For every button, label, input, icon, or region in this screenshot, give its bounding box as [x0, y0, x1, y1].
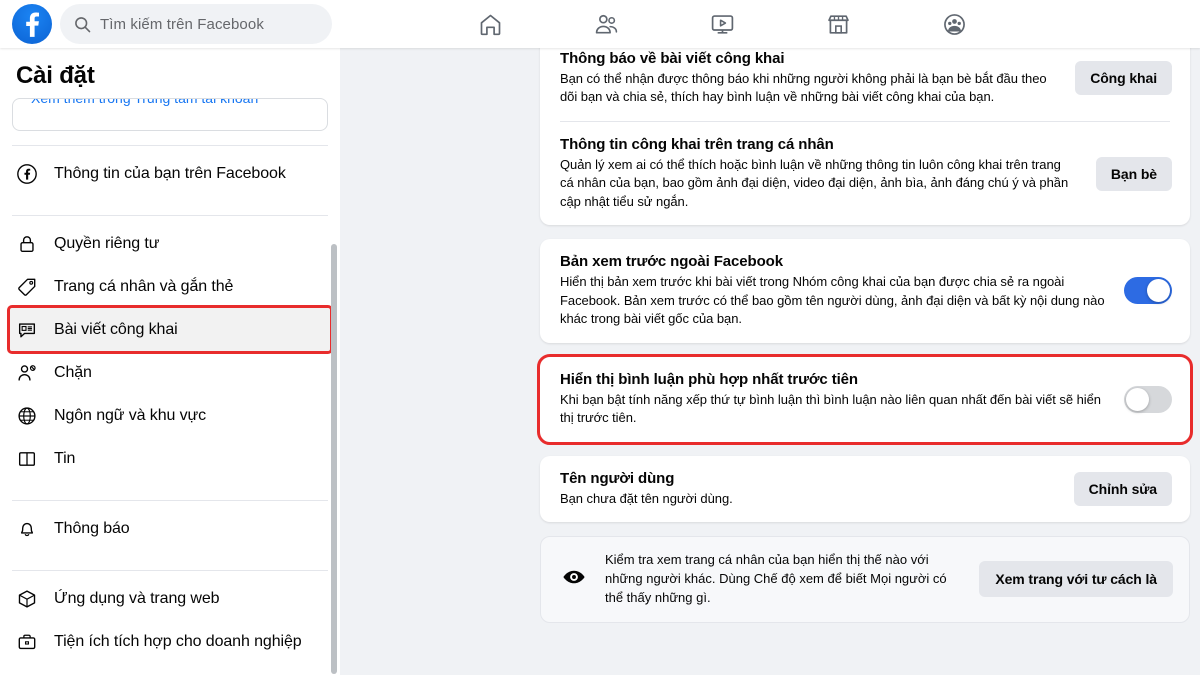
view-as-button[interactable]: Xem trang với tư cách là	[979, 561, 1173, 598]
sidebar-item-label: Thông báo	[54, 519, 130, 537]
sidebar-item-label: Chặn	[54, 363, 92, 381]
sidebar-scrollbar[interactable]	[331, 244, 337, 674]
nav-watch[interactable]	[664, 0, 780, 48]
nav-friends[interactable]	[548, 0, 664, 48]
stories-icon	[16, 448, 46, 470]
sidebar-group-3: Thông báo	[0, 501, 340, 556]
public-posts-settings-card: Thông báo về bài viết công khai Bạn có t…	[540, 48, 1190, 226]
search-icon	[75, 16, 91, 32]
row-title: Thông tin công khai trên trang cá nhân	[560, 135, 834, 153]
watch-video-icon	[711, 14, 733, 34]
row-public-post-notifications: Thông báo về bài viết công khai Bạn có t…	[540, 48, 1190, 121]
view-as-description: Kiểm tra xem trang cá nhân của bạn hiển …	[605, 551, 947, 605]
sidebar-item-business-integrations[interactable]: Tiện ích tích hợp cho doanh nghiệp	[10, 620, 330, 663]
username-card: Tên người dùng Bạn chưa đặt tên người dù…	[540, 455, 1190, 522]
nav-groups[interactable]	[896, 0, 1012, 48]
public-profile-info-button[interactable]: Bạn bè	[1095, 156, 1172, 191]
search-placeholder-text: Tìm kiếm trên Facebook	[100, 15, 264, 33]
briefcase-icon	[16, 631, 46, 653]
row-text-block: Thông báo về bài viết công khai Bạn có t…	[560, 50, 1075, 107]
marketplace-icon	[827, 14, 849, 34]
row-text-block: Hiển thị bình luận phù hợp nhất trước ti…	[560, 371, 1124, 428]
sidebar-item-label: Tin	[54, 449, 76, 467]
row-description: Bạn có thể nhận được thông báo khi những…	[560, 71, 1047, 105]
account-center-card[interactable]: Xem thêm trong Trung tâm tài khoản	[12, 98, 328, 131]
row-text-block: Thông tin công khai trên trang cá nhân Q…	[560, 136, 1096, 211]
public-post-icon	[16, 319, 46, 341]
sidebar-item-stories[interactable]: Tin	[10, 437, 330, 480]
tag-icon	[16, 276, 46, 298]
home-icon	[480, 14, 500, 35]
row-description: Bạn chưa đặt tên người dùng.	[560, 490, 733, 506]
friends-icon	[595, 14, 617, 34]
cube-icon	[16, 588, 46, 610]
row-description: Quản lý xem ai có thể thích hoặc bình lu…	[560, 156, 1069, 209]
sidebar-item-language-region[interactable]: Ngôn ngữ và khu vực	[10, 394, 330, 437]
settings-sidebar: Cài đặt Xem thêm trong Trung tâm tài kho…	[0, 48, 340, 675]
sidebar-item-label: Trang cá nhân và gắn thẻ	[54, 277, 234, 295]
row-off-facebook-preview: Bản xem trước ngoài Facebook Hiển thị bả…	[540, 239, 1190, 342]
toggle-knob	[1126, 387, 1149, 411]
sidebar-item-label: Tiện ích tích hợp cho doanh nghiệp	[54, 632, 302, 650]
sidebar-item-label: Ứng dụng và trang web	[54, 589, 220, 607]
nav-marketplace[interactable]	[780, 0, 896, 48]
row-public-profile-info: Thông tin công khai trên trang cá nhân Q…	[540, 122, 1190, 225]
sidebar-item-your-info[interactable]: Thông tin của bạn trên Facebook	[10, 152, 330, 195]
sidebar-item-label: Bài viết công khai	[54, 320, 178, 338]
row-description: Khi bạn bật tính năng xếp thứ tự bình lu…	[560, 391, 1101, 426]
most-relevant-comments-card: Hiển thị bình luận phù hợp nhất trước ti…	[537, 353, 1193, 445]
facebook-logo-icon[interactable]	[12, 4, 52, 44]
view-as-card: Kiểm tra xem trang cá nhân của bạn hiển …	[540, 535, 1190, 623]
lock-icon	[16, 233, 46, 255]
row-title: Bản xem trước ngoài Facebook	[560, 253, 783, 271]
toggle-knob	[1147, 279, 1170, 303]
row-most-relevant-comments: Hiển thị bình luận phù hợp nhất trước ti…	[540, 357, 1190, 442]
sidebar-item-label: Thông tin của bạn trên Facebook	[54, 164, 286, 182]
sidebar-item-video[interactable]: Video	[10, 663, 330, 675]
public-post-notifications-button[interactable]: Công khai	[1075, 61, 1172, 96]
sidebar-group-4: Ứng dụng và trang web Tiện ích tích hợp …	[0, 571, 340, 675]
main-content-area: Thông báo về bài viết công khai Bạn có t…	[340, 48, 1200, 675]
row-username: Tên người dùng Bạn chưa đặt tên người dù…	[540, 456, 1190, 522]
bell-icon	[16, 518, 46, 540]
sidebar-item-public-posts[interactable]: Bài viết công khai	[7, 305, 333, 354]
off-facebook-preview-toggle[interactable]	[1124, 277, 1172, 305]
sidebar-item-notifications[interactable]: Thông báo	[10, 507, 330, 550]
edit-username-button[interactable]: Chỉnh sửa	[1073, 471, 1172, 506]
most-relevant-comments-toggle[interactable]	[1124, 385, 1172, 413]
sidebar-item-label: Quyền riêng tư	[54, 234, 160, 252]
row-title: Hiển thị bình luận phù hợp nhất trước ti…	[560, 370, 858, 388]
row-text-block: Bản xem trước ngoài Facebook Hiển thị bả…	[560, 253, 1124, 328]
page-title: Cài đặt	[16, 62, 95, 89]
sidebar-item-blocking[interactable]: Chặn	[10, 351, 330, 394]
sidebar-group-2: Quyền riêng tư Trang cá nhân và gắn thẻ	[0, 216, 340, 486]
sidebar-item-privacy[interactable]: Quyền riêng tư	[10, 222, 330, 265]
row-title: Thông báo về bài viết công khai	[560, 50, 785, 67]
account-center-link[interactable]: Xem thêm trong Trung tâm tài khoản	[31, 99, 258, 106]
search-input[interactable]: Tìm kiếm trên Facebook	[60, 4, 332, 44]
sidebar-item-apps-websites[interactable]: Ứng dụng và trang web	[10, 577, 330, 620]
top-navigation-bar: Tìm kiếm trên Facebook	[0, 0, 1200, 48]
facebook-logo-glyph	[26, 12, 39, 37]
sidebar-item-profile-tagging[interactable]: Trang cá nhân và gắn thẻ	[10, 265, 330, 308]
sidebar-item-label: Ngôn ngữ và khu vực	[54, 406, 207, 424]
sidebar-group-1: Thông tin của bạn trên Facebook	[0, 146, 340, 201]
eye-icon	[561, 564, 587, 595]
block-user-icon	[16, 362, 46, 384]
row-title: Tên người dùng	[560, 469, 675, 487]
facebook-circle-icon	[16, 163, 46, 185]
groups-icon	[943, 13, 965, 35]
globe-icon	[16, 405, 46, 427]
row-text-block: Tên người dùng Bạn chưa đặt tên người dù…	[560, 470, 1074, 508]
row-description: Hiển thị bản xem trước khi bài viết tron…	[560, 274, 1105, 327]
nav-home[interactable]	[432, 0, 548, 48]
off-facebook-preview-card: Bản xem trước ngoài Facebook Hiển thị bả…	[540, 239, 1190, 343]
nav-icon-group	[432, 0, 1012, 48]
